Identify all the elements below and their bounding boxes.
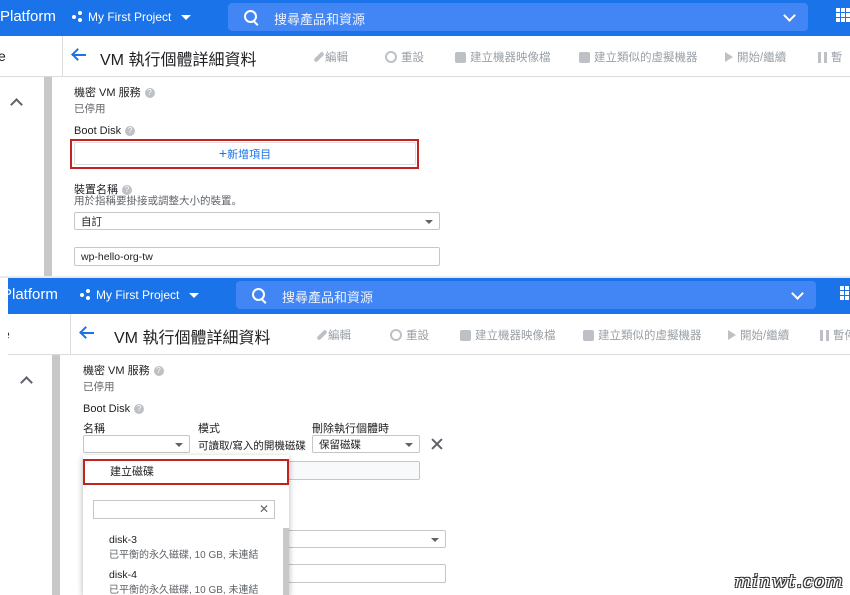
reset-button[interactable]: 重設 (385, 49, 424, 65)
background-select (288, 530, 446, 548)
expand-search-icon[interactable] (783, 9, 796, 22)
edit-button[interactable]: 編輯 (313, 49, 348, 65)
apps-grid-icon[interactable] (836, 8, 850, 22)
help-icon[interactable]: ? (134, 404, 145, 415)
confidential-vm-label: 機密 VM 服務? (83, 362, 164, 378)
search-bar[interactable]: 搜尋產品和資源 (236, 281, 816, 309)
pause-icon (820, 329, 829, 341)
search-bar[interactable]: 搜尋產品和資源 (228, 3, 808, 31)
brand-name: Platform (0, 8, 56, 25)
stop-button[interactable]: 暫停 (820, 327, 850, 343)
confidential-vm-value: 已停用 (74, 103, 106, 115)
background-input (288, 461, 420, 480)
project-icon (80, 289, 92, 301)
start-resume-button[interactable]: 開始/繼續 (728, 327, 789, 343)
project-selector[interactable]: My First Project (80, 288, 200, 302)
disk-option[interactable]: disk-3 已平衡的永久磁碟, 10 GB, 未連結 (109, 534, 258, 561)
add-box-icon (460, 329, 471, 341)
bottom-screenshot-panel: Platform My First Project 搜尋產品和資源 e VM 執… (8, 278, 850, 595)
chevron-down-icon (181, 14, 192, 20)
project-icon (72, 11, 84, 23)
play-icon (728, 330, 736, 340)
create-similar-vm-button[interactable]: 建立類似的虛擬機器 (583, 327, 702, 343)
create-similar-vm-button[interactable]: 建立類似的虛擬機器 (579, 49, 698, 65)
create-machine-image-button[interactable]: 建立機器映像檔 (455, 49, 551, 65)
device-name-select[interactable]: 自訂 (74, 212, 440, 230)
search-placeholder: 搜尋產品和資源 (282, 290, 374, 305)
reset-button[interactable]: 重設 (390, 327, 429, 343)
help-icon[interactable]: ? (144, 88, 155, 99)
remove-disk-icon[interactable] (431, 438, 443, 450)
pencil-icon (313, 51, 325, 63)
expand-search-icon[interactable] (791, 287, 804, 300)
disk-option[interactable]: disk-4 已平衡的永久磁碟, 10 GB, 未連結 (109, 569, 258, 595)
dropdown-arrow-icon (175, 443, 183, 447)
watermark: minwt.com (734, 571, 844, 592)
disk-filter-input[interactable]: ✕ (93, 500, 275, 519)
chevron-up-icon[interactable] (10, 98, 23, 111)
search-placeholder: 搜尋產品和資源 (274, 12, 366, 27)
top-screenshot-panel: Platform My First Project 搜尋產品和資源 e VM 執… (0, 0, 850, 276)
name-column-header: 名稱 (83, 423, 105, 435)
device-name-description: 用於指稱要掛接或調整大小的裝置。 (74, 195, 242, 207)
boot-disk-label: Boot Disk? (74, 125, 136, 137)
stop-button[interactable]: 暫 (818, 49, 843, 65)
help-icon[interactable]: ? (153, 366, 164, 377)
pencil-icon (316, 329, 328, 341)
chevron-up-icon[interactable] (20, 376, 33, 389)
top-app-bar: Platform My First Project 搜尋產品和資源 (0, 0, 850, 36)
delete-rule-column-header: 刪除執行個體時 (312, 423, 389, 435)
search-icon (244, 10, 257, 23)
copy-icon (579, 51, 590, 63)
power-icon (390, 329, 402, 341)
background-input-2 (288, 564, 446, 583)
disk-name-select[interactable] (83, 435, 190, 453)
back-arrow-icon[interactable] (80, 326, 94, 340)
start-resume-button[interactable]: 開始/繼續 (725, 49, 786, 65)
left-scrollbar[interactable] (44, 77, 52, 276)
dropdown-arrow-icon (425, 220, 433, 224)
clear-icon[interactable]: ✕ (259, 502, 269, 516)
confidential-vm-value: 已停用 (83, 381, 115, 393)
delete-rule-select[interactable]: 保留磁碟 (312, 435, 420, 453)
help-icon[interactable]: ? (125, 126, 136, 137)
page-title: VM 執行個體詳細資料 (100, 52, 257, 69)
back-arrow-icon[interactable] (72, 48, 86, 62)
panel-margin (0, 278, 8, 595)
boot-disk-label: Boot Disk? (83, 403, 145, 415)
project-name: My First Project (96, 288, 180, 302)
chevron-down-icon (189, 292, 200, 298)
brand-name: Platform (8, 286, 58, 303)
highlight-box (83, 459, 289, 485)
page-toolbar: e VM 執行個體詳細資料 編輯 重設 建立機器映像檔 建立類似的虛擬機器 開始… (8, 314, 850, 355)
pause-icon (818, 51, 827, 63)
device-name-input[interactable]: wp-hello-org-tw (74, 247, 440, 266)
copy-icon (583, 329, 594, 341)
add-box-icon (455, 51, 466, 63)
nav-product-name: e (0, 48, 6, 64)
dropdown-arrow-icon (405, 443, 413, 447)
page-title: VM 執行個體詳細資料 (114, 330, 271, 347)
disk-mode-value: 可讀取/寫入的開機磁碟 (198, 440, 306, 452)
left-scrollbar[interactable] (52, 355, 60, 595)
page-toolbar: e VM 執行個體詳細資料 編輯 重設 建立機器映像檔 建立類似的虛擬機器 開始… (0, 36, 850, 77)
menu-scrollbar[interactable] (283, 528, 289, 595)
apps-grid-icon[interactable] (840, 286, 850, 300)
edit-button[interactable]: 編輯 (316, 327, 351, 343)
create-machine-image-button[interactable]: 建立機器映像檔 (460, 327, 556, 343)
sidebar-divider (70, 314, 71, 354)
play-icon (725, 52, 733, 62)
project-selector[interactable]: My First Project (72, 10, 192, 24)
top-app-bar: Platform My First Project 搜尋產品和資源 (8, 278, 850, 314)
sidebar-divider (62, 36, 63, 76)
search-icon (252, 288, 265, 301)
mode-column-header: 模式 (198, 423, 220, 435)
nav-product-name: e (8, 326, 10, 342)
confidential-vm-label: 機密 VM 服務? (74, 84, 155, 100)
power-icon (385, 51, 397, 63)
highlight-box (70, 139, 419, 169)
dropdown-arrow-icon (431, 538, 439, 542)
project-name: My First Project (88, 10, 172, 24)
